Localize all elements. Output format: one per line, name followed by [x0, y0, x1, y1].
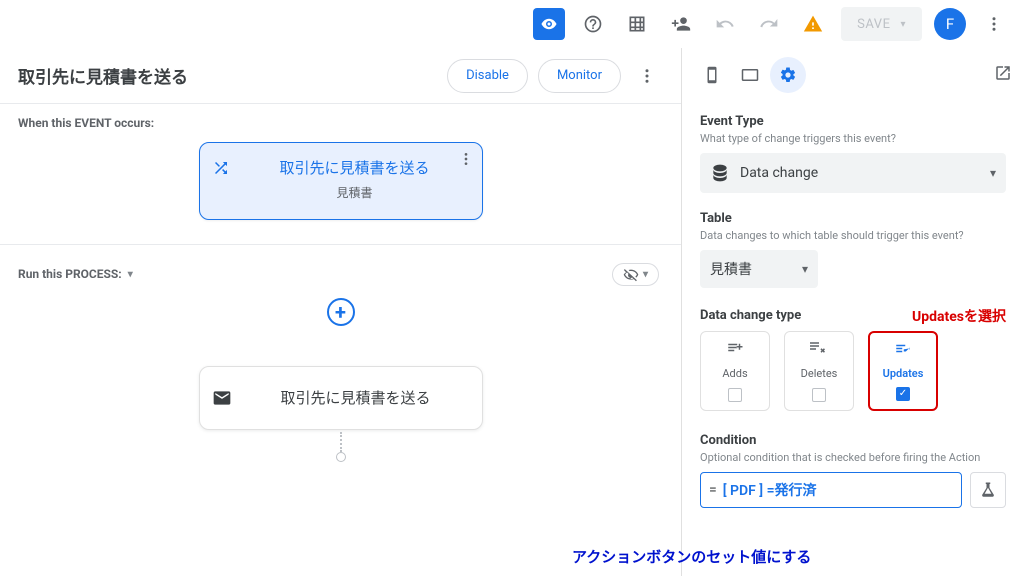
adds-icon — [726, 340, 744, 358]
event-node-subtitle: 見積書 — [240, 184, 470, 201]
event-node-title: 取引先に見積書を送る — [240, 157, 470, 180]
overflow-icon[interactable] — [978, 8, 1010, 40]
preview-icon[interactable] — [533, 8, 565, 40]
process-node[interactable]: 取引先に見積書を送る — [199, 366, 483, 431]
updates-annotation: Updatesを選択 — [912, 306, 1006, 326]
save-button[interactable]: SAVE▾ — [841, 7, 922, 41]
process-node-title: 取引先に見積書を送る — [242, 387, 470, 410]
event-section-label: When this EVENT occurs: — [0, 104, 681, 142]
table-select[interactable]: 見積書 ▾ — [700, 250, 818, 288]
event-type-help: What type of change triggers this event? — [700, 132, 1006, 145]
chevron-down-icon[interactable]: ▾ — [128, 269, 133, 280]
flow-title: 取引先に見積書を送る — [18, 63, 437, 88]
flow-canvas: When this EVENT occurs: 取引先に見積書を送る 見積書 R… — [0, 104, 681, 576]
dct-adds[interactable]: Adds — [700, 331, 770, 411]
event-node[interactable]: 取引先に見積書を送る 見積書 — [199, 142, 483, 220]
undo-icon[interactable] — [709, 8, 741, 40]
updates-icon — [894, 341, 912, 359]
condition-label: Condition — [700, 433, 1006, 448]
disable-button[interactable]: Disable — [447, 59, 528, 93]
chevron-down-icon: ▾ — [990, 166, 996, 180]
add-user-icon[interactable] — [665, 8, 697, 40]
event-node-more-icon[interactable] — [458, 151, 474, 171]
chevron-down-icon: ▾ — [802, 262, 808, 276]
settings-view-button[interactable] — [770, 57, 806, 93]
test-condition-button[interactable] — [970, 472, 1006, 508]
visibility-off-icon[interactable]: ▾ — [612, 263, 659, 286]
add-step-button[interactable]: + — [327, 298, 355, 326]
mail-icon — [212, 388, 232, 408]
right-header — [682, 48, 1024, 102]
help-icon[interactable] — [577, 8, 609, 40]
top-toolbar: SAVE▾ F — [0, 0, 1024, 48]
event-type-label: Event Type — [700, 114, 1006, 129]
table-label: Table — [700, 211, 1006, 226]
dct-updates[interactable]: Updates — [868, 331, 938, 411]
checkbox-checked — [896, 387, 910, 401]
condition-help: Optional condition that is checked befor… — [700, 451, 1006, 464]
grid-icon[interactable] — [621, 8, 653, 40]
checkbox — [728, 388, 742, 402]
checkbox — [812, 388, 826, 402]
database-icon — [710, 163, 730, 183]
popout-icon[interactable] — [994, 64, 1012, 86]
right-pane: Event Type What type of change triggers … — [682, 48, 1024, 576]
warning-icon[interactable] — [797, 8, 829, 40]
dct-deletes[interactable]: Deletes — [784, 331, 854, 411]
redo-icon[interactable] — [753, 8, 785, 40]
table-help: Data changes to which table should trigg… — [700, 229, 1006, 242]
left-pane: 取引先に見積書を送る Disable Monitor When this EVE… — [0, 48, 682, 576]
flow-header: 取引先に見積書を送る Disable Monitor — [0, 48, 681, 104]
connector-end — [336, 452, 346, 462]
flow-more-icon[interactable] — [631, 60, 663, 92]
avatar[interactable]: F — [934, 8, 966, 40]
tablet-view-button[interactable] — [732, 57, 768, 93]
deletes-icon — [810, 340, 828, 358]
monitor-button[interactable]: Monitor — [538, 59, 621, 93]
phone-view-button[interactable] — [694, 57, 730, 93]
condition-annotation: アクションボタンのセット値にする — [572, 546, 811, 567]
event-type-select[interactable]: Data change ▾ — [700, 153, 1006, 193]
shuffle-icon — [212, 159, 230, 177]
config-panel: Event Type What type of change triggers … — [682, 102, 1024, 576]
process-section-label: Run this PROCESS:▾ ▾ — [0, 251, 681, 298]
condition-input[interactable]: = [ PDF ] =発行済 — [700, 472, 962, 508]
